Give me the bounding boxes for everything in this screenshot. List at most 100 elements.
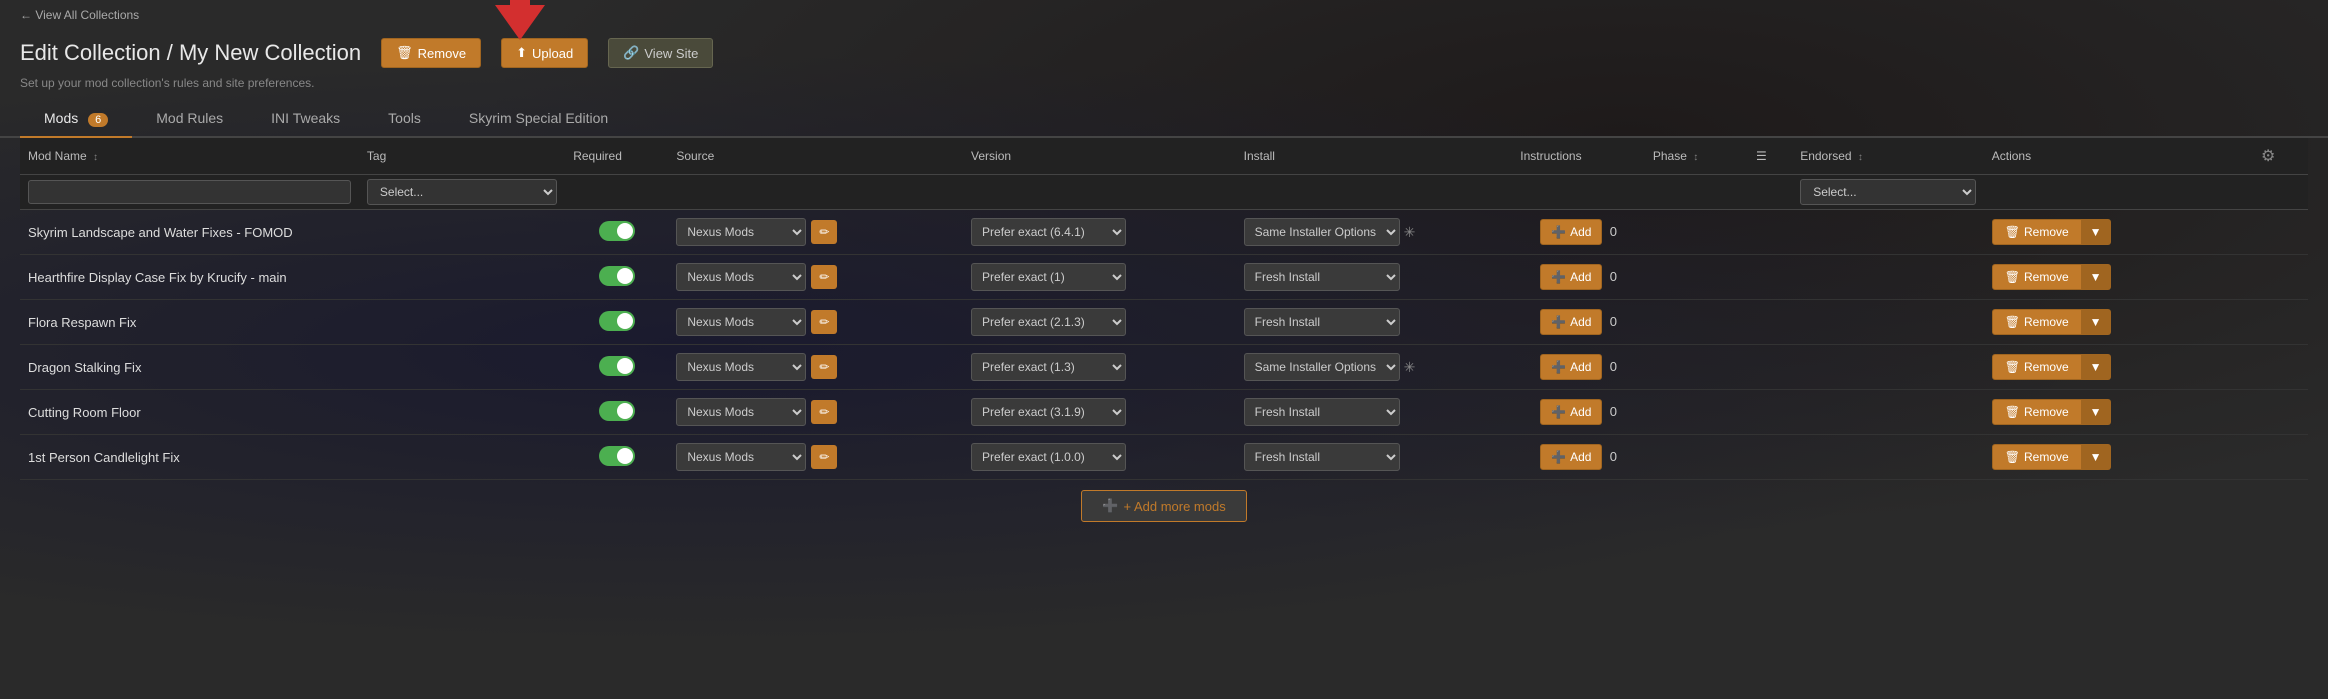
version-select[interactable]: Prefer exact (2.1.3) [971,308,1126,336]
col-header-source: Source [668,138,963,175]
edit-source-button[interactable]: ✏ [811,310,837,334]
source-select[interactable]: Nexus Mods Direct Other [676,443,806,471]
required-toggle[interactable] [599,356,635,376]
mods-badge: 6 [88,113,108,127]
col-header-instructions: Instructions [1512,138,1645,175]
table-row: Skyrim Landscape and Water Fixes - FOMOD… [20,210,2308,255]
tab-mod-rules[interactable]: Mod Rules [132,100,247,138]
table-row: Cutting Room Floor Nexus Mods Direct Oth… [20,390,2308,435]
mod-name-sort-icon: ↕ [93,152,98,163]
version-select[interactable]: Prefer exact (1.0.0) [971,443,1126,471]
tab-tools[interactable]: Tools [364,100,445,138]
view-site-button[interactable]: 🔗 View Site [608,38,713,68]
remove-mod-button[interactable]: 🗑 Remove [1992,264,2082,290]
table-settings-icon[interactable]: ⚙ [2257,144,2279,169]
col-header-tag: Tag [359,138,565,175]
version-select[interactable]: Prefer exact (1.3) [971,353,1126,381]
instructions-count: 0 [1610,359,1617,374]
remove-mod-button[interactable]: 🗑 Remove [1992,219,2082,245]
remove-mod-icon: 🗑 [2005,225,2020,239]
remove-mod-label: Remove [2024,315,2069,329]
required-toggle[interactable] [599,311,635,331]
action-group: 🗑 Remove ▼ [1992,354,2111,380]
edit-source-button[interactable]: ✏ [811,400,837,424]
add-instructions-icon: ➕ [1551,315,1566,329]
endorsed-filter-select[interactable]: Select... [1800,179,1976,205]
view-site-label: View Site [644,46,698,61]
required-toggle[interactable] [599,266,635,286]
edit-source-button[interactable]: ✏ [811,220,837,244]
remove-mod-dropdown-button[interactable]: ▼ [2082,309,2111,335]
action-group: 🗑 Remove ▼ [1992,309,2111,335]
version-select[interactable]: Prefer exact (6.4.1) [971,218,1126,246]
endorsed-cell [1792,390,1984,435]
edit-source-button[interactable]: ✏ [811,265,837,289]
add-instructions-button[interactable]: ➕ Add [1540,309,1602,335]
tab-skyrim-label: Skyrim Special Edition [469,110,608,126]
remove-button[interactable]: 🗑 Remove [381,38,481,68]
mod-name-cell: Hearthfire Display Case Fix by Krucify -… [28,270,287,285]
version-select[interactable]: Prefer exact (1) [971,263,1126,291]
col-header-phase[interactable]: Phase ↕ [1645,138,1748,175]
install-select[interactable]: Fresh InstallSame Installer Options [1244,398,1400,426]
list-icon: ☰ [1756,149,1767,163]
edit-source-button[interactable]: ✏ [811,445,837,469]
add-instructions-button[interactable]: ➕ Add [1540,399,1602,425]
required-toggle[interactable] [599,221,635,241]
tab-skyrim[interactable]: Skyrim Special Edition [445,100,632,138]
mod-name-filter-input[interactable] [28,180,351,204]
remove-mod-dropdown-button[interactable]: ▼ [2082,444,2111,470]
col-header-endorsed[interactable]: Endorsed ↕ [1792,138,1984,175]
wrench-icon[interactable]: ✳ [1404,359,1416,376]
remove-mod-dropdown-button[interactable]: ▼ [2082,219,2111,245]
back-link[interactable]: ← View All Collections [20,8,139,22]
source-select[interactable]: Nexus Mods Direct Other [676,263,806,291]
edit-source-button[interactable]: ✏ [811,355,837,379]
required-toggle[interactable] [599,401,635,421]
add-instructions-button[interactable]: ➕ Add [1540,264,1602,290]
version-select[interactable]: Prefer exact (3.1.9) [971,398,1126,426]
wrench-icon[interactable]: ✳ [1404,224,1416,241]
install-select[interactable]: Fresh InstallSame Installer Options [1244,308,1400,336]
row-settings-cell [2249,210,2308,255]
remove-mod-button[interactable]: 🗑 Remove [1992,309,2082,335]
instructions-count: 0 [1610,269,1617,284]
add-instructions-button[interactable]: ➕ Add [1540,219,1602,245]
col-header-settings[interactable]: ⚙ [2249,138,2308,175]
tab-mods[interactable]: Mods 6 [20,100,132,138]
source-select[interactable]: Nexus Mods Direct Other [676,398,806,426]
action-group: 🗑 Remove ▼ [1992,264,2111,290]
col-header-required: Required [565,138,668,175]
add-instructions-button[interactable]: ➕ Add [1540,444,1602,470]
remove-mod-button[interactable]: 🗑 Remove [1992,399,2082,425]
source-select[interactable]: Nexus Mods Direct Other [676,353,806,381]
mods-table: Mod Name ↕ Tag Required Source Version I… [20,138,2308,480]
install-select[interactable]: Fresh InstallSame Installer Options [1244,353,1400,381]
add-more-mods-button[interactable]: ➕ + Add more mods [1081,490,1246,522]
remove-mod-dropdown-button[interactable]: ▼ [2082,264,2111,290]
mods-table-container: Mod Name ↕ Tag Required Source Version I… [0,138,2328,537]
install-select[interactable]: Fresh InstallSame Installer Options [1244,263,1400,291]
add-instructions-label: Add [1570,405,1591,419]
source-select[interactable]: Nexus Mods Direct Other [676,308,806,336]
add-instructions-button[interactable]: ➕ Add [1540,354,1602,380]
col-header-actions: Actions [1984,138,2249,175]
mod-name-cell: 1st Person Candlelight Fix [28,450,180,465]
col-header-modname[interactable]: Mod Name ↕ [20,138,359,175]
endorsed-cell [1792,435,1984,480]
remove-mod-button[interactable]: 🗑 Remove [1992,354,2082,380]
remove-mod-dropdown-button[interactable]: ▼ [2082,354,2111,380]
install-select[interactable]: Fresh InstallSame Installer Options [1244,443,1400,471]
required-toggle[interactable] [599,446,635,466]
source-select[interactable]: Nexus Mods Direct Other [676,218,806,246]
remove-mod-button[interactable]: 🗑 Remove [1992,444,2082,470]
row-settings-cell [2249,300,2308,345]
tab-ini-tweaks[interactable]: INI Tweaks [247,100,364,138]
phase-cell [1645,345,1748,390]
remove-mod-dropdown-button[interactable]: ▼ [2082,399,2111,425]
col-header-list[interactable]: ☰ [1748,138,1792,175]
tab-ini-tweaks-label: INI Tweaks [271,110,340,126]
tag-filter-select[interactable]: Select... [367,179,557,205]
install-select[interactable]: Fresh InstallSame Installer Options [1244,218,1400,246]
remove-mod-icon: 🗑 [2005,405,2020,419]
